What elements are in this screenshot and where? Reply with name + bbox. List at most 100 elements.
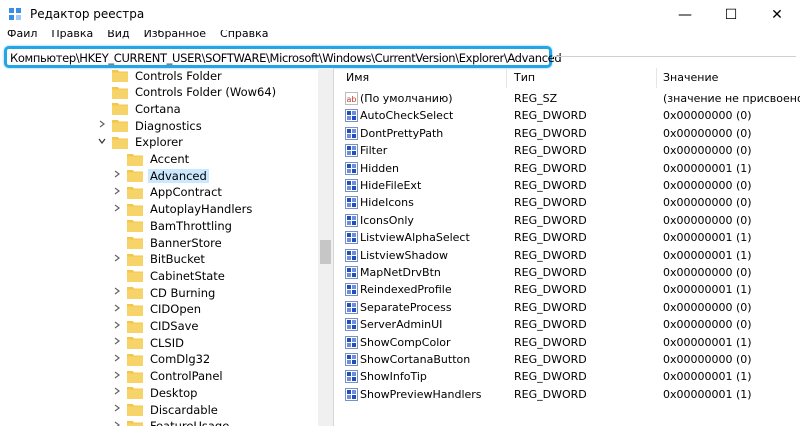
tree-item[interactable]: Diagnostics: [96, 117, 204, 134]
tree-item-label: ControlPanel: [150, 369, 223, 384]
folder-icon: [127, 253, 143, 266]
tree-item[interactable]: BitBucket: [111, 251, 207, 268]
minimize-button[interactable]: —: [662, 0, 708, 30]
chevron-right-icon[interactable]: [111, 354, 123, 365]
value-name: AutoCheckSelect: [360, 109, 454, 123]
menu-edit[interactable]: Правка: [44, 30, 100, 44]
tree-item[interactable]: CLSID: [111, 334, 186, 351]
address-path: Компьютер\HKEY_CURRENT_USER\SOFTWARE\Mic…: [10, 51, 562, 65]
tree-item[interactable]: AppContract: [111, 184, 224, 201]
value-row[interactable]: ShowCompColor REG_DWORD 0x00000001 (1): [338, 334, 800, 351]
chevron-right-icon[interactable]: [111, 187, 123, 198]
folder-icon: [127, 353, 143, 366]
value-row[interactable]: ListviewAlphaSelect REG_DWORD 0x00000001 (…: [338, 229, 800, 246]
close-button[interactable]: ✕: [754, 0, 800, 30]
tree-scrollbar[interactable]: [318, 68, 333, 426]
tree-item-label: AppContract: [150, 185, 222, 200]
tree-item[interactable]: ControlPanel: [111, 368, 225, 385]
value-row[interactable]: HideIcons REG_DWORD 0x00000000 (0): [338, 194, 800, 211]
tree-item-label: Diagnostics: [135, 118, 202, 133]
folder-icon: [112, 69, 128, 82]
chevron-right-icon[interactable]: [111, 254, 123, 265]
value-row[interactable]: ShowPreviewHandlers REG_DWORD 0x00000001 (…: [338, 386, 800, 403]
value-row[interactable]: SeparateProcess REG_DWORD 0x00000000 (0): [338, 299, 800, 316]
value-data: 0x00000001 (1): [663, 335, 752, 349]
maximize-button[interactable]: ☐: [708, 0, 754, 30]
tree-item[interactable]: Controls Folder: [96, 68, 224, 84]
address-bar[interactable]: Компьютер\HKEY_CURRENT_USER\SOFTWARE\Mic…: [4, 46, 562, 68]
folder-icon: [127, 420, 143, 426]
value-name: ShowPreviewHandlers: [360, 387, 482, 401]
tree-item[interactable]: BannerStore: [111, 234, 224, 251]
value-data: 0x00000000 (0): [663, 318, 752, 332]
value-row[interactable]: ServerAdminUI REG_DWORD 0x00000000 (0): [338, 316, 800, 333]
value-row[interactable]: IconsOnly REG_DWORD 0x00000000 (0): [338, 212, 800, 229]
chevron-right-icon[interactable]: [111, 287, 123, 298]
value-name: Filter: [360, 144, 388, 158]
tree-item[interactable]: Advanced: [111, 167, 209, 184]
column-separator[interactable]: [656, 68, 657, 88]
chevron-right-icon[interactable]: [111, 170, 123, 181]
value-row[interactable]: AutoCheckSelect REG_DWORD 0x00000000 (0): [338, 107, 800, 124]
tree-scrollbar-thumb[interactable]: [320, 240, 331, 264]
value-row[interactable]: ReindexedProfile REG_DWORD 0x00000001 (1): [338, 281, 800, 298]
chevron-right-icon[interactable]: [111, 387, 123, 398]
value-row[interactable]: Filter REG_DWORD 0x00000000 (0): [338, 142, 800, 159]
tree-item[interactable]: CIDSave: [111, 318, 201, 335]
tree-item[interactable]: ComDlg32: [111, 351, 212, 368]
tree-item-label: AutoplayHandlers: [150, 202, 253, 217]
value-row[interactable]: DontPrettyPath REG_DWORD 0x00000000 (0): [338, 125, 800, 142]
chevron-right-icon[interactable]: [111, 321, 123, 332]
value-row[interactable]: ab (По умолчанию) REG_SZ (значение не присв…: [338, 90, 800, 107]
menu-help[interactable]: Справка: [213, 30, 275, 44]
tree-item-label: BannerStore: [150, 235, 222, 250]
menu-file[interactable]: Файл: [0, 30, 44, 44]
tree-item[interactable]: BamThrottling: [111, 217, 234, 234]
menu-view[interactable]: Вид: [100, 30, 136, 44]
menu-favorites[interactable]: Избранное: [137, 30, 213, 44]
value-type: REG_DWORD: [514, 231, 587, 245]
column-header-name[interactable]: Имя: [346, 68, 369, 88]
chevron-right-icon[interactable]: [111, 371, 123, 382]
value-row[interactable]: MapNetDrvBtn REG_DWORD 0x00000000 (0): [338, 264, 800, 281]
value-row[interactable]: Hidden REG_DWORD 0x00000001 (1): [338, 160, 800, 177]
maximize-icon: ☐: [724, 7, 738, 23]
folder-icon: [112, 86, 128, 99]
chevron-right-icon[interactable]: [111, 421, 123, 426]
value-row[interactable]: ShowCortanaButton REG_DWORD 0x00000000 (0): [338, 351, 800, 368]
tree-item[interactable]: FeatureUsage: [111, 418, 231, 426]
tree-item[interactable]: Accent: [111, 151, 191, 168]
dword-value-icon: [345, 335, 358, 349]
chevron-right-icon[interactable]: [96, 120, 108, 131]
folder-icon: [127, 336, 143, 350]
chevron-right-icon[interactable]: [111, 404, 123, 415]
tree-item[interactable]: Explorer: [96, 134, 185, 151]
value-name: SeparateProcess: [360, 300, 452, 314]
tree-item[interactable]: Controls Folder (Wow64): [96, 84, 278, 101]
tree-item[interactable]: CIDOpen: [111, 301, 203, 318]
window-title: Редактор реестра: [30, 7, 145, 21]
tree-item[interactable]: CabinetState: [111, 267, 227, 284]
tree-item[interactable]: Discardable: [111, 401, 220, 418]
chevron-down-icon[interactable]: [96, 137, 108, 148]
chevron-right-icon[interactable]: [111, 304, 123, 315]
value-name: ShowInfoTip: [360, 370, 427, 384]
chevron-right-icon[interactable]: [111, 337, 123, 348]
chevron-right-icon[interactable]: [111, 204, 123, 215]
value-data: 0x00000000 (0): [663, 126, 752, 140]
folder-icon: [127, 269, 143, 283]
tree-item-label: Controls Folder (Wow64): [135, 85, 277, 100]
value-name: DontPrettyPath: [360, 126, 444, 140]
dword-value-icon: [345, 370, 358, 384]
column-header-type[interactable]: Тип: [514, 68, 535, 88]
tree-item[interactable]: Cortana: [96, 100, 183, 117]
column-header-value[interactable]: Значение: [663, 68, 718, 88]
value-type: REG_DWORD: [514, 126, 587, 140]
value-row[interactable]: HideFileExt REG_DWORD 0x00000000 (0): [338, 177, 800, 194]
value-row[interactable]: ShowInfoTip REG_DWORD 0x00000001 (1): [338, 368, 800, 385]
column-separator[interactable]: [506, 68, 507, 88]
tree-item[interactable]: CD Burning: [111, 284, 217, 301]
tree-item[interactable]: AutoplayHandlers: [111, 201, 254, 218]
value-row[interactable]: ListviewShadow REG_DWORD 0x00000001 (1): [338, 247, 800, 264]
tree-item[interactable]: Desktop: [111, 384, 199, 401]
